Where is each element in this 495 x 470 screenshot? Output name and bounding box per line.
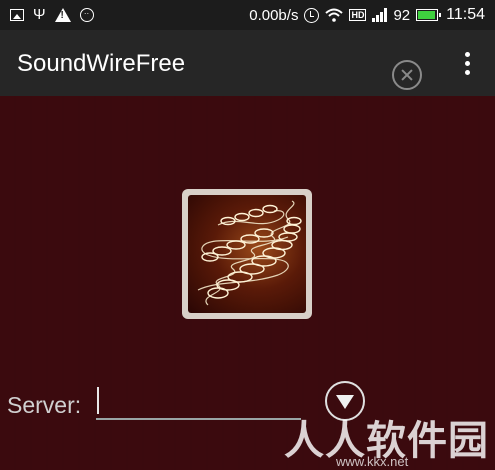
close-circle-icon[interactable] xyxy=(392,60,424,92)
status-left-icons: Ψ ·· xyxy=(10,6,94,24)
emoji-icon: ·· xyxy=(79,8,94,22)
hd-icon: HD xyxy=(349,9,367,21)
action-bar: SoundWireFree xyxy=(0,30,495,96)
wifi-icon xyxy=(325,8,344,22)
watermark: 人人软件园 www.kkx.net xyxy=(284,408,494,470)
text-cursor xyxy=(97,387,99,414)
server-input[interactable] xyxy=(96,384,301,420)
usb-icon: Ψ xyxy=(33,6,46,23)
net-speed: 0.00b/s xyxy=(249,6,299,24)
alarm-icon xyxy=(304,7,320,23)
status-bar: Ψ ·· 0.00b/s HD 92 11:54 xyxy=(0,0,495,30)
spring-coil-logo[interactable] xyxy=(182,189,312,319)
overflow-menu-icon[interactable] xyxy=(458,48,476,78)
signal-icon xyxy=(372,8,388,22)
battery-icon xyxy=(416,9,442,21)
server-label: Server: xyxy=(7,392,82,418)
warning-icon xyxy=(54,8,71,22)
clock: 11:54 xyxy=(446,6,485,23)
watermark-url: www.kkx.net xyxy=(336,454,409,469)
app-title: SoundWireFree xyxy=(17,50,186,77)
image-icon xyxy=(10,9,24,21)
main-content: Server: 人人软件园 www.kkx.net xyxy=(0,96,495,470)
spring-coil-graphic xyxy=(197,200,302,306)
status-right: 0.00b/s HD 92 11:54 xyxy=(249,5,485,25)
battery-fill xyxy=(418,11,435,19)
battery-level: 92 xyxy=(393,6,411,24)
